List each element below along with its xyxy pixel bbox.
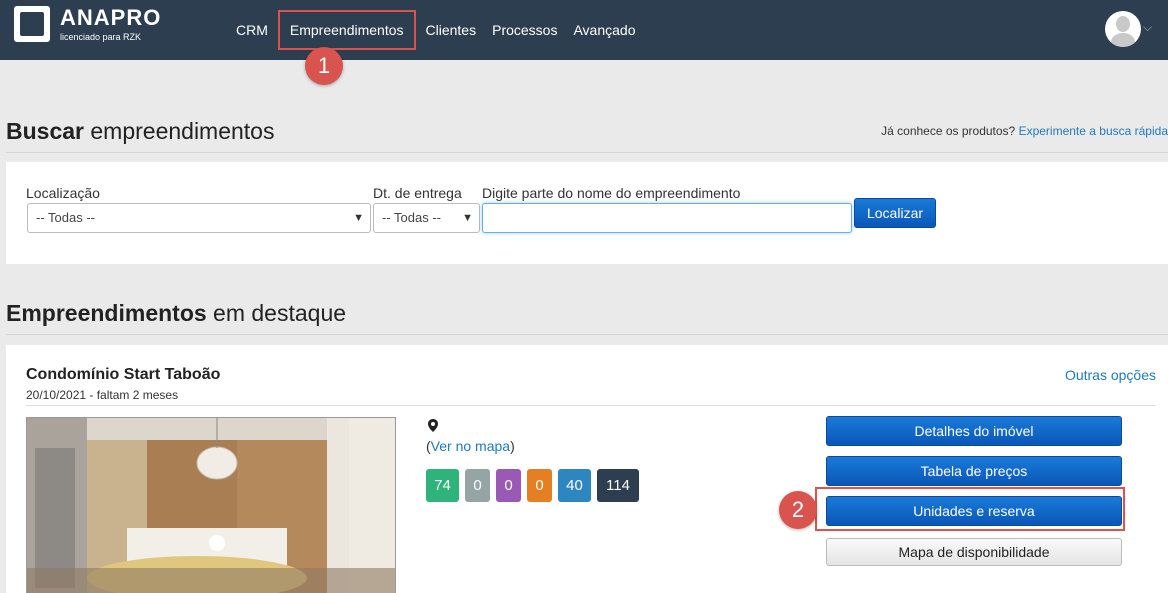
status-badge[interactable]: 40 [558, 469, 591, 502]
step-marker-2: 2 [779, 491, 817, 529]
divider [6, 334, 1168, 335]
logo-name: ANAPRO [60, 5, 162, 30]
detalhes-button[interactable]: Detalhes do imóvel [826, 416, 1122, 446]
map-link-wrapper: (Ver no mapa) [426, 438, 515, 454]
lobby-illustration [27, 418, 395, 593]
nav-crm[interactable]: CRM [228, 16, 276, 44]
user-avatar[interactable] [1105, 11, 1141, 47]
divider [6, 152, 1168, 153]
logo-subtitle: licenciado para RZK [60, 32, 142, 42]
nome-label: Digite parte do nome do empreendimento [482, 185, 741, 201]
featured-section-title: Empreendimentos em destaque [6, 300, 347, 326]
ver-no-mapa-link[interactable]: Ver no mapa [431, 438, 510, 454]
nav-processos[interactable]: Processos [484, 16, 565, 44]
featured-card: Condomínio Start Taboão 20/10/2021 - fal… [6, 345, 1168, 593]
status-badge[interactable]: 0 [465, 469, 490, 502]
quick-search-hint: Já conhece os produtos? Experimente a bu… [881, 124, 1168, 138]
nav-avancado[interactable]: Avançado [565, 16, 643, 44]
search-section-title: Buscar empreendimentos [6, 118, 275, 144]
building-photo[interactable] [26, 417, 396, 593]
localizacao-select[interactable]: -- Todas -- ▼ [27, 203, 371, 233]
chevron-down-icon: ▼ [353, 212, 364, 224]
status-badge[interactable]: 114 [597, 469, 639, 502]
map-pin-icon [428, 419, 438, 432]
search-panel: Localização -- Todas -- ▼ Dt. de entrega… [6, 162, 1168, 264]
main-nav: CRM Empreendimentos Clientes Processos A… [228, 0, 643, 60]
entrega-select[interactable]: -- Todas -- ▼ [373, 203, 480, 233]
top-navbar: ANAPRO licenciado para RZK CRM Empreendi… [0, 0, 1168, 60]
chevron-down-icon: ▼ [462, 212, 473, 224]
outras-opcoes-link[interactable]: Outras opções [1065, 367, 1156, 383]
entrega-label: Dt. de entrega [373, 185, 462, 201]
status-badge[interactable]: 74 [426, 469, 459, 502]
mapa-disponibilidade-button[interactable]: Mapa de disponibilidade [826, 538, 1122, 566]
card-title: Condomínio Start Taboão [26, 366, 221, 383]
tabela-precos-button[interactable]: Tabela de preços [826, 456, 1122, 486]
unidades-reserva-button[interactable]: Unidades e reserva [826, 496, 1122, 526]
step-marker-1: 1 [305, 47, 343, 85]
status-badge[interactable]: 0 [496, 469, 521, 502]
status-badge[interactable]: 0 [527, 469, 552, 502]
nome-input[interactable] [482, 203, 852, 233]
divider [26, 405, 1156, 406]
chevron-down-icon[interactable]: ⌵ [1143, 20, 1152, 35]
quick-search-link[interactable]: Experimente a busca rápida [1019, 124, 1168, 138]
anapro-logo[interactable]: ANAPRO licenciado para RZK [14, 6, 161, 42]
localizacao-label: Localização [26, 185, 100, 201]
card-date: 20/10/2021 - faltam 2 meses [26, 388, 179, 402]
availability-badges: 74 0 0 0 40 114 [426, 469, 639, 502]
logo-icon [14, 6, 50, 42]
localizar-button[interactable]: Localizar [854, 198, 936, 228]
nav-empreendimentos[interactable]: Empreendimentos [277, 10, 416, 50]
nav-clientes[interactable]: Clientes [418, 16, 485, 44]
